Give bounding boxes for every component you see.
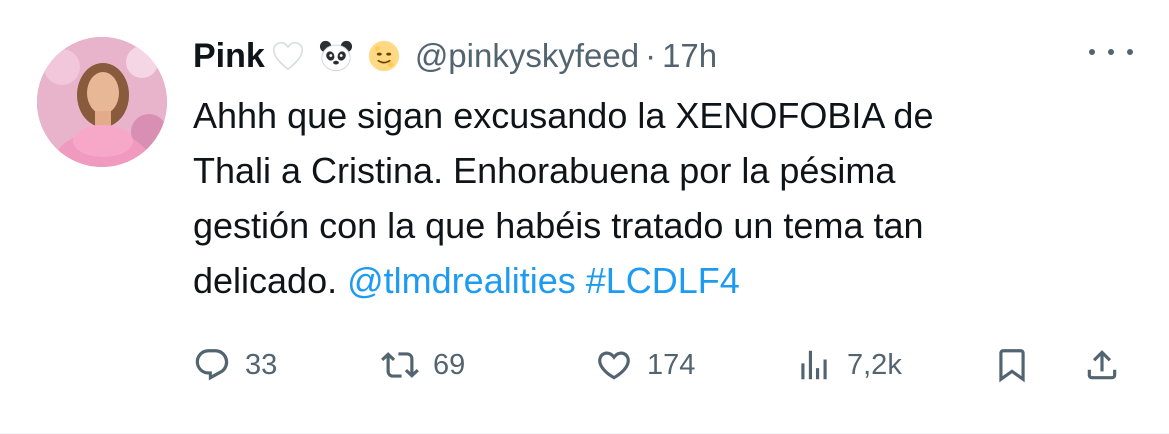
user-handle[interactable]: @pinkyskyfeed — [415, 37, 639, 75]
full-moon-face-icon — [367, 39, 401, 73]
panda-face-icon — [319, 39, 353, 73]
avatar-photo — [37, 37, 167, 167]
bookmark-button[interactable] — [993, 340, 1031, 390]
views-icon — [801, 350, 827, 380]
action-bar: 33 69 174 7,2k — [193, 340, 1133, 390]
like-button[interactable]: 174 — [595, 340, 695, 390]
separator-dot: · — [645, 37, 657, 74]
tweet-text-line: Thali a Cristina. Enhorabuena por la pés… — [193, 150, 896, 191]
retweet-count: 69 — [433, 348, 466, 381]
display-name[interactable]: Pink — [193, 37, 265, 76]
like-count: 174 — [647, 348, 696, 381]
tweet-text-fragment: delicado. — [193, 260, 338, 301]
tweet-text-last-line: delicado. @tlmdrealities #LCDLF4 — [193, 253, 1133, 308]
tweet[interactable]: Pink @pinkyskyfeed · 17h Ahhh que sigan … — [0, 0, 1169, 434]
more-options-icon[interactable] — [1089, 42, 1133, 62]
retweet-button[interactable]: 69 — [381, 340, 465, 390]
share-button[interactable] — [1083, 340, 1121, 390]
heart-icon — [598, 351, 630, 380]
reply-button[interactable]: 33 — [193, 340, 277, 390]
tweet-text: Ahhh que sigan excusando la XENOFOBIA de… — [193, 88, 1133, 308]
views-button[interactable]: 7,2k — [795, 340, 902, 390]
views-count: 7,2k — [847, 348, 902, 381]
tweet-header: Pink @pinkyskyfeed · 17h — [193, 28, 1133, 84]
white-heart-icon — [271, 39, 305, 73]
reply-icon — [195, 349, 229, 381]
tweet-text-line: Ahhh que sigan excusando la XENOFOBIA de — [193, 95, 934, 136]
timestamp[interactable]: 17h — [662, 37, 717, 75]
reply-count: 33 — [245, 348, 278, 381]
retweet-icon — [381, 352, 419, 378]
avatar[interactable] — [37, 37, 167, 167]
bookmark-icon — [999, 349, 1025, 383]
share-icon — [1087, 350, 1117, 380]
hashtag-link[interactable]: #LCDLF4 — [586, 260, 740, 301]
tweet-text-line: gestión con la que habéis tratado un tem… — [193, 205, 924, 246]
mention-link[interactable]: @tlmdrealities — [347, 260, 576, 301]
